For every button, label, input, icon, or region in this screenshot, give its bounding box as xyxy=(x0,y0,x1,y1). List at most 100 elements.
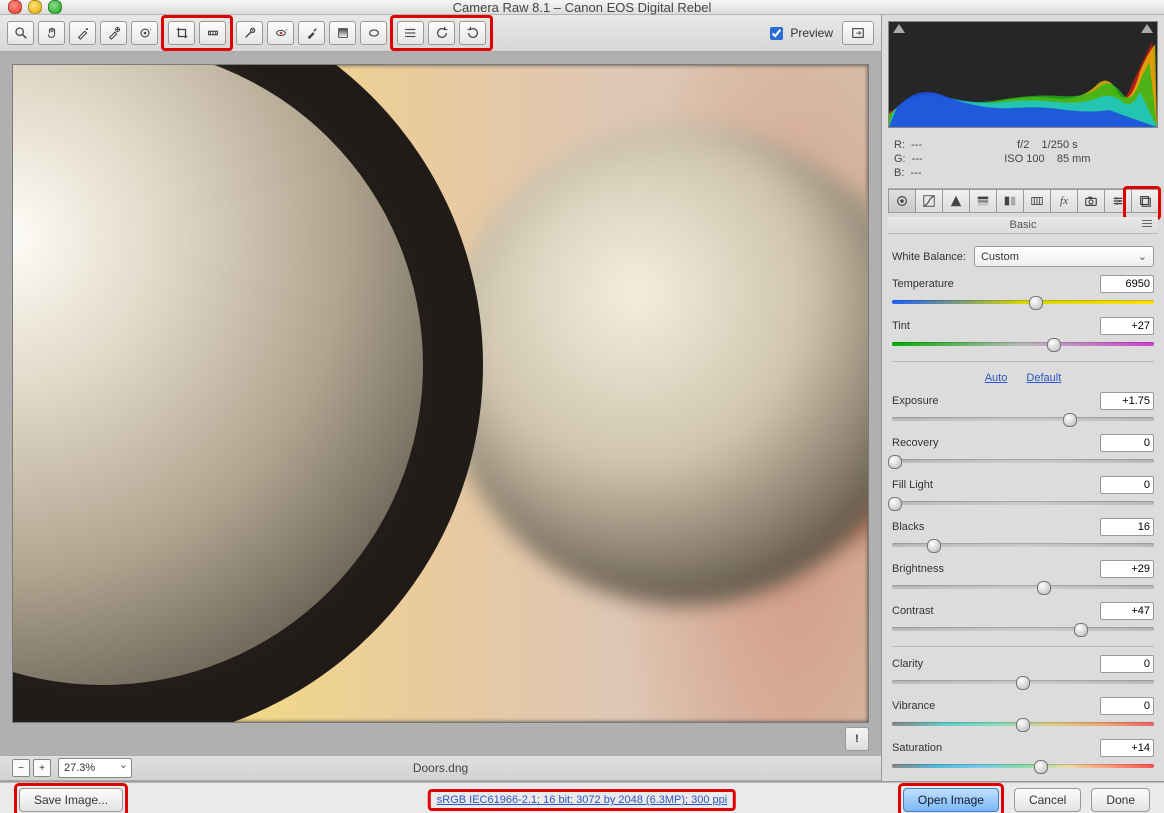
preview-toggle[interactable]: Preview xyxy=(766,24,833,43)
brightness-slider[interactable] xyxy=(892,580,1154,594)
recovery-input[interactable] xyxy=(1100,434,1154,452)
open-image-button[interactable]: Open Image xyxy=(903,788,999,812)
zoom-out-button[interactable]: − xyxy=(12,759,30,777)
recovery-slider[interactable] xyxy=(892,454,1154,468)
hand-tool[interactable] xyxy=(38,21,65,45)
tab-basic[interactable] xyxy=(888,189,915,213)
red-eye-tool[interactable]: + xyxy=(267,21,294,45)
focal-value: 85 mm xyxy=(1057,153,1091,165)
white-balance-select[interactable]: Custom xyxy=(974,246,1154,267)
brightness-input[interactable] xyxy=(1100,560,1154,578)
exposure-input[interactable] xyxy=(1100,392,1154,410)
default-link[interactable]: Default xyxy=(1026,372,1061,384)
tab-detail[interactable] xyxy=(942,189,969,213)
zoom-window-button[interactable] xyxy=(48,0,62,14)
close-window-button[interactable] xyxy=(8,0,22,14)
rgb-readout: R: --- G: --- B: --- xyxy=(894,138,923,180)
minimize-window-button[interactable] xyxy=(28,0,42,14)
workflow-options-link[interactable]: sRGB IEC61966-2.1; 16 bit; 3072 by 2048 … xyxy=(437,794,727,806)
clarity-input[interactable] xyxy=(1100,655,1154,673)
contrast-slider[interactable] xyxy=(892,622,1154,636)
svg-text:+: + xyxy=(149,27,152,32)
left-panel: + + Preview xyxy=(0,15,881,781)
zoom-in-button[interactable]: + xyxy=(33,759,51,777)
camera-raw-window: Camera Raw 8.1 – Canon EOS Digital Rebel… xyxy=(0,0,1164,813)
zoom-level-select[interactable]: 27.3% xyxy=(58,758,132,778)
radial-filter-tool[interactable] xyxy=(360,21,387,45)
rotate-cw-button[interactable] xyxy=(459,21,486,45)
preview-checkbox[interactable] xyxy=(770,27,783,40)
saturation-label: Saturation xyxy=(892,742,1100,754)
exif-readout: f/2 1/250 s ISO 100 85 mm xyxy=(943,138,1152,180)
rotate-ccw-button[interactable] xyxy=(428,21,455,45)
temperature-label: Temperature xyxy=(892,278,1100,290)
white-balance-value: Custom xyxy=(981,251,1019,263)
tab-effects[interactable]: fx xyxy=(1050,189,1077,213)
zoom-tool[interactable] xyxy=(7,21,34,45)
r-value: --- xyxy=(911,139,922,151)
vibrance-input[interactable] xyxy=(1100,697,1154,715)
color-sampler-tool[interactable] xyxy=(100,21,127,45)
tab-snapshots[interactable] xyxy=(1131,189,1158,213)
crop-tool[interactable] xyxy=(168,21,195,45)
tab-camera-calibration[interactable] xyxy=(1077,189,1104,213)
zoom-level-value: 27.3% xyxy=(64,762,95,774)
tab-lens-corrections[interactable] xyxy=(1023,189,1050,213)
highlight-workflow: sRGB IEC61966-2.1; 16 bit; 3072 by 2048 … xyxy=(428,789,736,811)
white-balance-label: White Balance: xyxy=(892,251,966,263)
fill-light-input[interactable] xyxy=(1100,476,1154,494)
histogram[interactable] xyxy=(888,21,1158,128)
targeted-adjustment-tool[interactable]: + xyxy=(131,21,158,45)
panel-menu-icon[interactable] xyxy=(1142,220,1152,228)
panel-name: Basic xyxy=(1010,219,1037,231)
shutter-value: 1/250 s xyxy=(1042,139,1078,151)
done-button[interactable]: Done xyxy=(1091,788,1150,812)
aperture-value: f/2 xyxy=(1017,139,1029,151)
saturation-input[interactable] xyxy=(1100,739,1154,757)
top-toolbar: + + Preview xyxy=(0,15,881,52)
straighten-tool[interactable] xyxy=(199,21,226,45)
exposure-slider[interactable] xyxy=(892,412,1154,426)
vibrance-label: Vibrance xyxy=(892,700,1100,712)
white-balance-tool[interactable] xyxy=(69,21,96,45)
cancel-button[interactable]: Cancel xyxy=(1014,788,1081,812)
recovery-label: Recovery xyxy=(892,437,1100,449)
auto-link[interactable]: Auto xyxy=(985,372,1008,384)
rendered-photo xyxy=(13,65,868,722)
footer: Save Image... sRGB IEC61966-2.1; 16 bit;… xyxy=(0,782,1164,813)
tab-tone-curve[interactable] xyxy=(915,189,942,213)
tint-slider[interactable] xyxy=(892,337,1154,351)
b-value: --- xyxy=(911,167,922,179)
tab-hsl[interactable] xyxy=(969,189,996,213)
image-preview[interactable] xyxy=(12,64,869,723)
blacks-slider[interactable] xyxy=(892,538,1154,552)
tint-input[interactable] xyxy=(1100,317,1154,335)
highlight-save: Save Image... xyxy=(14,783,128,813)
save-image-button[interactable]: Save Image... xyxy=(19,788,123,812)
temperature-input[interactable] xyxy=(1100,275,1154,293)
content-area: + + Preview xyxy=(0,15,1164,782)
clarity-slider[interactable] xyxy=(892,675,1154,689)
adjustment-brush-tool[interactable] xyxy=(298,21,325,45)
fullscreen-toggle[interactable] xyxy=(842,21,874,45)
tab-split-toning[interactable] xyxy=(996,189,1023,213)
preview-label: Preview xyxy=(790,26,833,40)
saturation-slider[interactable] xyxy=(892,759,1154,773)
clarity-label: Clarity xyxy=(892,658,1100,670)
temperature-slider[interactable] xyxy=(892,295,1154,309)
fill-light-slider[interactable] xyxy=(892,496,1154,510)
warning-row: ! xyxy=(0,727,881,755)
window-controls xyxy=(0,0,62,14)
graduated-filter-tool[interactable] xyxy=(329,21,356,45)
auto-default-links: Auto Default xyxy=(892,372,1154,384)
tab-presets[interactable] xyxy=(1104,189,1131,213)
contrast-input[interactable] xyxy=(1100,602,1154,620)
g-value: --- xyxy=(912,153,923,165)
panel-header: Basic xyxy=(888,217,1158,234)
warning-button[interactable]: ! xyxy=(845,727,869,751)
spot-removal-tool[interactable] xyxy=(236,21,263,45)
preferences-button[interactable] xyxy=(397,21,424,45)
panel-tabs: fx xyxy=(888,188,1158,213)
vibrance-slider[interactable] xyxy=(892,717,1154,731)
blacks-input[interactable] xyxy=(1100,518,1154,536)
